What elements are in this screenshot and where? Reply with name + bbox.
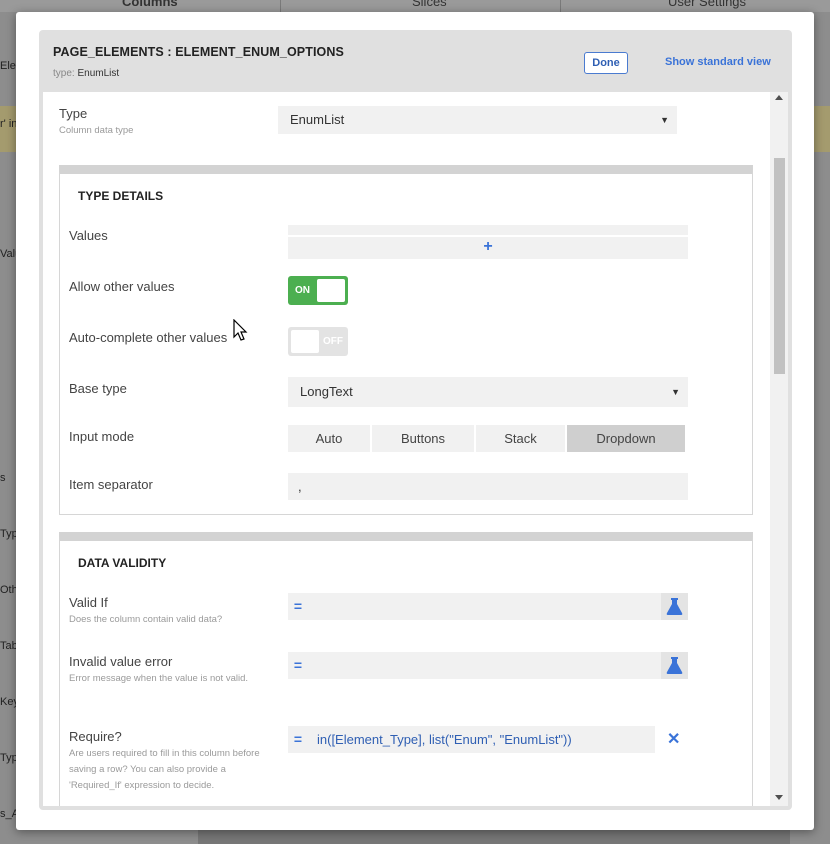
require-input[interactable]: in([Element_Type], list("Enum", "EnumLis… (308, 726, 655, 753)
require-label: Require? (69, 729, 122, 744)
flask-icon[interactable] (661, 593, 688, 620)
type-value: EnumList (77, 68, 120, 79)
values-list: + (288, 225, 688, 259)
tab-divider (560, 0, 561, 12)
background-fragment: Oth (0, 584, 16, 596)
valid-if-label: Valid If (69, 595, 108, 610)
background-fragment: Valu (0, 248, 16, 260)
background-tab-user-settings: User Settings (668, 0, 747, 9)
autocomplete-other-values-label: Auto-complete other values (69, 330, 228, 345)
values-label: Values (69, 228, 108, 243)
column-editor-modal: PAGE_ELEMENTS : ELEMENT_ENUM_OPTIONS typ… (16, 12, 814, 830)
input-mode-stack[interactable]: Stack (476, 425, 565, 452)
toggle-state-off: OFF (323, 336, 343, 347)
background-tab-slices: Slices (412, 0, 447, 9)
type-details-section: TYPE DETAILS Values + Allow other values… (59, 165, 753, 515)
base-type-select[interactable]: LongText ▼ (288, 377, 688, 407)
item-separator-label: Item separator (69, 477, 153, 492)
scroll-down-arrow-icon[interactable] (775, 795, 783, 800)
toggle-knob (291, 330, 319, 353)
toggle-state-on: ON (295, 285, 310, 296)
column-type-caption: type: EnumList (53, 68, 119, 79)
input-mode-segmented-control: Auto Buttons Stack Dropdown (288, 425, 685, 452)
valid-if-sublabel: Does the column contain valid data? (69, 614, 223, 625)
scrollbar-thumb[interactable] (774, 158, 785, 374)
type-label: Type (59, 106, 88, 121)
scroll-up-arrow-icon[interactable] (775, 95, 783, 100)
toggle-knob (317, 279, 345, 302)
data-validity-title: DATA VALIDITY (78, 556, 167, 570)
clear-require-button[interactable]: ✕ (667, 729, 680, 749)
background-tab-bar: Columns Slices User Settings (0, 0, 830, 12)
background-fragment: Typ (0, 752, 16, 764)
type-select-value: EnumList (290, 112, 345, 127)
type-sublabel: Column data type (59, 125, 134, 136)
column-editor-panel: PAGE_ELEMENTS : ELEMENT_ENUM_OPTIONS typ… (39, 30, 792, 810)
input-mode-auto[interactable]: Auto (288, 425, 370, 452)
base-type-label: Base type (69, 381, 127, 396)
base-type-value: LongText (300, 384, 353, 399)
show-standard-view-link[interactable]: Show standard view (665, 56, 771, 68)
column-editor-content: Type Column data type EnumList ▼ TYPE DE… (43, 92, 770, 806)
add-value-button[interactable]: + (288, 237, 688, 257)
autocomplete-other-values-toggle[interactable]: OFF (288, 327, 348, 356)
background-notice-band (814, 106, 830, 152)
allow-other-values-toggle[interactable]: ON (288, 276, 348, 305)
background-fragment: s_A (0, 808, 16, 820)
invalid-value-error-input[interactable] (308, 652, 661, 679)
flask-icon[interactable] (661, 652, 688, 679)
invalid-value-error-label: Invalid value error (69, 654, 173, 669)
background-fragment: Key (0, 696, 16, 708)
data-validity-section: DATA VALIDITY Valid If Does the column c… (59, 532, 753, 806)
column-title: PAGE_ELEMENTS : ELEMENT_ENUM_OPTIONS (53, 45, 344, 59)
mouse-cursor-icon (233, 319, 248, 341)
input-mode-label: Input mode (69, 429, 135, 444)
invalid-value-error-expression[interactable]: = (288, 652, 688, 679)
invalid-value-error-sublabel: Error message when the value is not vali… (69, 673, 249, 684)
background-fragment: r' in (0, 118, 16, 130)
require-sublabel: Are users required to fill in this colum… (69, 748, 260, 791)
valid-if-expression[interactable]: = (288, 593, 688, 620)
type-details-title: TYPE DETAILS (78, 189, 164, 203)
type-prefix: type: (53, 68, 75, 79)
equals-icon: = (293, 657, 303, 673)
equals-icon: = (293, 598, 303, 614)
background-tab-columns: Columns (122, 0, 178, 9)
item-separator-input[interactable]: , (288, 473, 688, 500)
background-fragment: Tab (0, 640, 16, 652)
modal-scrollbar[interactable] (770, 92, 788, 806)
background-fragment: s (0, 472, 6, 484)
equals-icon: = (293, 731, 303, 747)
background-scrollbar (198, 830, 790, 844)
type-select[interactable]: EnumList ▼ (278, 106, 677, 134)
valid-if-input[interactable] (308, 593, 661, 620)
input-mode-dropdown[interactable]: Dropdown (567, 425, 685, 452)
allow-other-values-label: Allow other values (69, 279, 175, 294)
require-expression[interactable]: = in([Element_Type], list("Enum", "EnumL… (288, 726, 655, 753)
tab-divider (280, 0, 281, 12)
chevron-down-icon: ▼ (660, 115, 669, 125)
background-fragment: Typ (0, 528, 16, 540)
done-button[interactable]: Done (584, 52, 628, 74)
background-fragment: Ele (0, 60, 16, 72)
chevron-down-icon: ▼ (671, 387, 680, 397)
input-mode-buttons[interactable]: Buttons (372, 425, 474, 452)
